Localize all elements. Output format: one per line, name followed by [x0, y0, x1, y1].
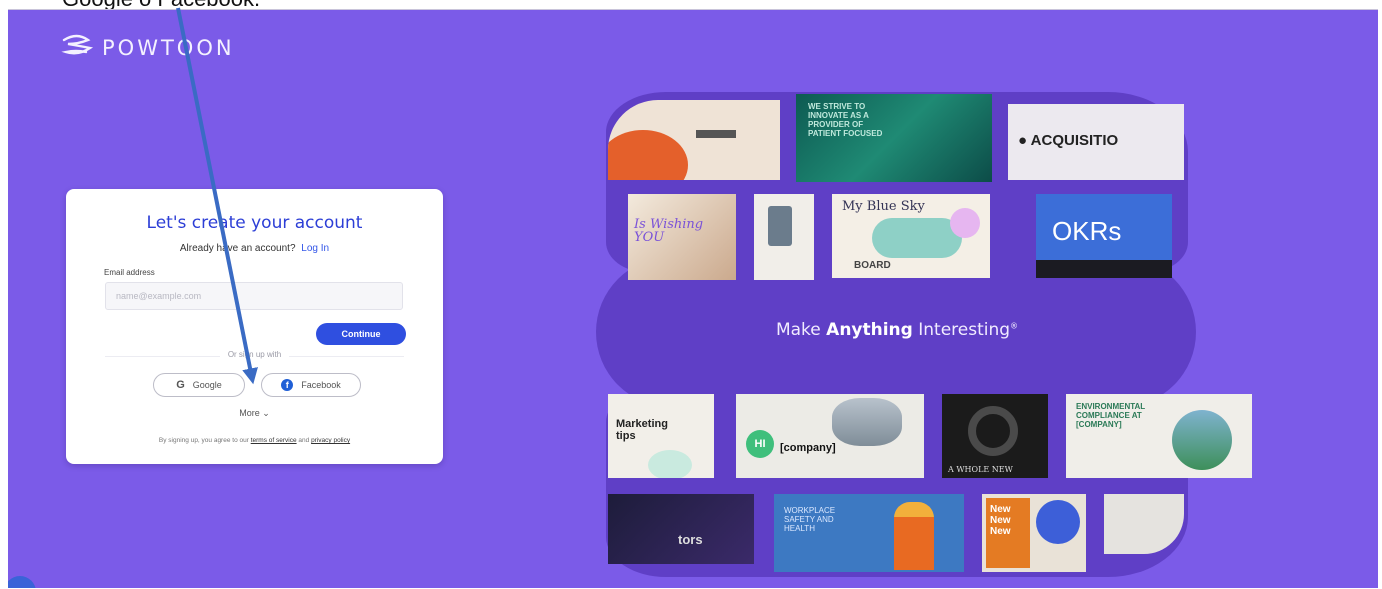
- dark-chip: [696, 130, 736, 138]
- signup-title: Let's create your account: [146, 213, 363, 233]
- acquisition-label: ACQUISITIO: [1030, 132, 1119, 149]
- orange-shape: [608, 130, 688, 180]
- acquisition-text: ● ACQUISITIO: [1018, 132, 1119, 149]
- facebook-icon: f: [281, 379, 294, 391]
- tile-marketing: Marketing tips: [608, 394, 714, 478]
- okrs-bar: [1036, 260, 1172, 278]
- powtoon-logo[interactable]: POWTOON: [60, 34, 235, 62]
- new-new-box: New New New: [986, 498, 1030, 568]
- wishing-text: Is Wishing YOU: [634, 217, 704, 245]
- tile-workplace: WORKPLACE SAFETY AND HEALTH: [774, 494, 964, 572]
- hi-badge: HI: [746, 430, 774, 458]
- signup-page: POWTOON Let's create your account Alread…: [8, 9, 1378, 588]
- help-bubble[interactable]: [8, 576, 36, 588]
- powtoon-logo-icon: [61, 34, 94, 55]
- tile-blue-sky: My Blue Sky BOARD: [832, 194, 990, 278]
- tile-orange: [608, 100, 780, 180]
- terms-of-service-link[interactable]: terms of service: [251, 437, 297, 444]
- tile-wishing: Is Wishing YOU: [628, 194, 736, 280]
- chevron-down-icon: ⌄: [262, 408, 270, 418]
- worker-image: [894, 502, 934, 570]
- board-text: BOARD: [854, 260, 891, 271]
- tile-new-new: New New New: [982, 494, 1086, 572]
- divider-text: Or sign up with: [219, 350, 290, 359]
- email-field[interactable]: [105, 282, 403, 310]
- whole-new-text: A WHOLE NEW: [948, 465, 1013, 474]
- building-image: [832, 398, 902, 446]
- google-signup-button[interactable]: G Google: [153, 373, 245, 397]
- terms-prefix: By signing up, you agree to our: [158, 437, 249, 444]
- tagline-pre: Make: [775, 320, 821, 340]
- mountain-image: [1172, 410, 1232, 470]
- marketing-text: Marketing tips: [616, 418, 668, 442]
- tagline-bold: Anything: [826, 320, 913, 340]
- brand-name: POWTOON: [102, 36, 235, 60]
- tile-whole-new: A WHOLE NEW: [942, 394, 1048, 478]
- have-account-text: Already have an account?: [179, 243, 296, 254]
- promo-collage: WE STRIVE TO INNOVATE AS A PROVIDER OF P…: [596, 92, 1252, 577]
- tile-strive: WE STRIVE TO INNOVATE AS A PROVIDER OF P…: [796, 94, 992, 182]
- tile-okrs: OKRs: [1036, 194, 1172, 278]
- facebook-signup-button[interactable]: f Facebook: [261, 373, 361, 397]
- facebook-label: Facebook: [301, 380, 341, 390]
- login-link[interactable]: Log In: [301, 243, 329, 254]
- blue-circle: [1036, 500, 1080, 544]
- phone-image: [768, 206, 792, 246]
- swirl-shape: [968, 406, 1018, 456]
- terms-and: and: [298, 437, 310, 444]
- env-text: ENVIRONMENTAL COMPLIANCE AT [COMPANY]: [1076, 402, 1146, 429]
- tagline-post: Interesting: [918, 320, 1011, 340]
- terms-notice: By signing up, you agree to our terms of…: [66, 437, 443, 444]
- company-text: [company]: [780, 442, 836, 454]
- google-icon: G: [176, 379, 185, 391]
- tile-hi-company: HI [company]: [736, 394, 924, 478]
- tile-tors: tors: [608, 494, 754, 564]
- signup-card: Let's create your account Already have a…: [66, 189, 443, 464]
- strive-text: WE STRIVE TO INNOVATE AS A PROVIDER OF P…: [808, 102, 883, 138]
- okrs-text: OKRs: [1052, 216, 1122, 246]
- blue-sky-text: My Blue Sky: [842, 199, 925, 214]
- cloud-shape: [872, 218, 962, 258]
- more-label: More: [239, 408, 260, 418]
- new-new-text: New New New: [990, 504, 1011, 537]
- continue-button[interactable]: Continue: [316, 323, 406, 345]
- pink-circle: [950, 208, 980, 238]
- registered-mark: ®: [1010, 321, 1019, 331]
- mint-circle: [648, 450, 692, 478]
- tile-phone: [754, 194, 814, 280]
- email-label: Email address: [104, 268, 155, 277]
- tagline: Make Anything Interesting®: [596, 320, 1198, 340]
- workplace-text: WORKPLACE SAFETY AND HEALTH: [784, 506, 836, 533]
- tile-acquisition: ● ACQUISITIO: [1008, 104, 1184, 180]
- privacy-policy-link[interactable]: privacy policy: [311, 437, 350, 444]
- tile-environmental: ENVIRONMENTAL COMPLIANCE AT [COMPANY]: [1066, 394, 1252, 478]
- more-options-button[interactable]: More ⌄: [66, 408, 443, 419]
- or-signup-with: Or sign up with: [66, 350, 443, 359]
- google-label: Google: [192, 380, 222, 390]
- login-prompt: Already have an account? Log In: [66, 243, 443, 254]
- tors-text: tors: [678, 532, 703, 547]
